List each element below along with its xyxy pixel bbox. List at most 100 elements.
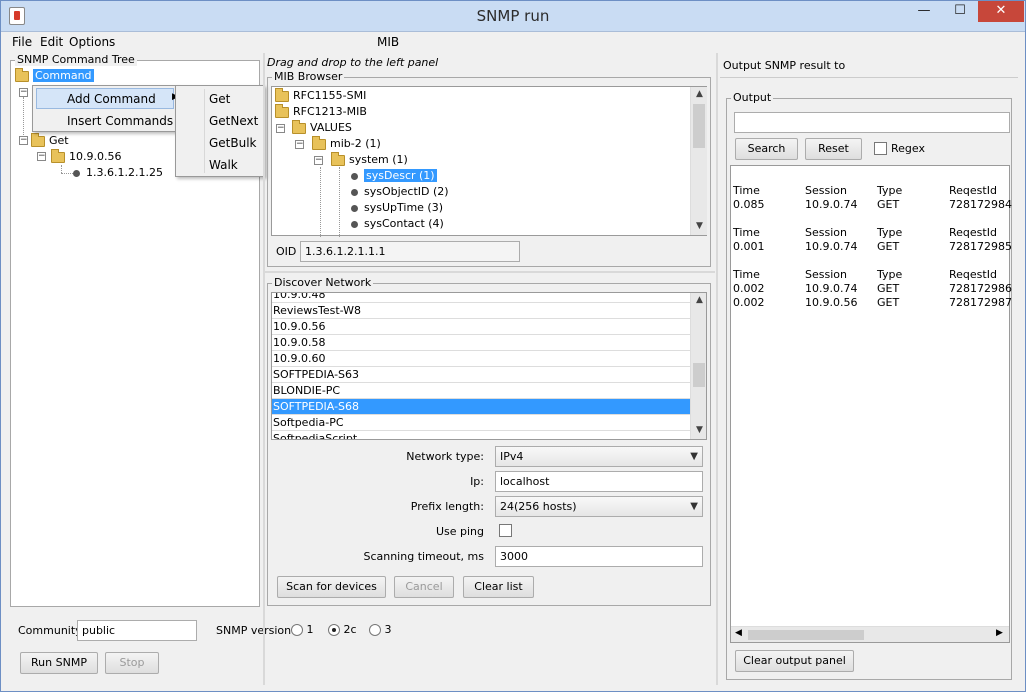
left-splitter[interactable] <box>263 53 265 685</box>
menu-file[interactable]: File <box>12 35 32 49</box>
scan-devices-button[interactable]: Scan for devices <box>277 576 386 598</box>
host-list-item[interactable]: 10.9.0.58 <box>272 335 690 351</box>
scroll-down-icon[interactable]: ▼ <box>691 221 708 231</box>
prefix-length-select[interactable]: 24(256 hosts) ▼ <box>495 496 703 517</box>
scroll-thumb[interactable] <box>693 363 705 387</box>
output-title: Output <box>731 91 774 104</box>
clear-output-button[interactable]: Clear output panel <box>735 650 854 672</box>
right-splitter[interactable] <box>716 53 718 685</box>
mib-leaf-sysobjectid[interactable]: sysObjectID (2) <box>351 184 449 200</box>
timeout-label: Scanning timeout, ms <box>363 550 484 563</box>
close-button[interactable]: ✕ <box>978 1 1024 22</box>
host-list-item[interactable]: Softpedia-PC <box>272 415 690 431</box>
tree-node-host[interactable]: 10.9.0.56 <box>51 148 121 165</box>
stop-button[interactable]: Stop <box>105 652 159 674</box>
mib-node-system[interactable]: system (1) <box>331 151 408 168</box>
cancel-scan-button[interactable]: Cancel <box>394 576 454 598</box>
output-cell: 0.002 <box>733 282 765 295</box>
mib-leaf-syscontact[interactable]: sysContact (4) <box>351 216 444 232</box>
host-list-item[interactable]: 10.9.0.56 <box>272 319 690 335</box>
leaf-dot-icon <box>351 172 358 180</box>
host-list-item[interactable]: ReviewsTest-W8 <box>272 303 690 319</box>
output-cell: 10.9.0.56 <box>805 296 858 309</box>
scroll-down-icon[interactable]: ▼ <box>691 425 706 435</box>
menu-edit[interactable]: Edit <box>40 35 63 49</box>
scroll-up-icon[interactable]: ▲ <box>691 89 708 99</box>
community-label: Community <box>18 624 82 637</box>
scroll-right-icon[interactable]: ▶ <box>996 628 1003 638</box>
mib-tree: RFC1155-SMI RFC1213-MIB − VALUES − mib-2… <box>271 86 707 237</box>
clear-list-button[interactable]: Clear list <box>463 576 534 598</box>
search-button[interactable]: Search <box>735 138 798 160</box>
mib-node-rfc1213[interactable]: RFC1213-MIB <box>275 103 367 120</box>
menu-item-insert-commands[interactable]: Insert Commands <box>67 114 173 128</box>
tree-node-get[interactable]: Get <box>31 132 69 149</box>
oid-field[interactable]: 1.3.6.1.2.1.1.1 <box>300 241 520 262</box>
chevron-down-icon: ▼ <box>690 501 698 512</box>
submenu-item-getnext[interactable]: GetNext <box>209 114 258 128</box>
community-input[interactable]: public <box>77 620 197 641</box>
scroll-left-icon[interactable]: ◀ <box>735 628 742 638</box>
tree-expand-icon[interactable]: − <box>37 152 46 161</box>
folder-icon <box>51 148 65 163</box>
scroll-thumb[interactable] <box>693 104 705 148</box>
maximize-button[interactable]: ☐ <box>945 1 975 22</box>
output-cell: GET <box>877 296 900 309</box>
tree-node-oid[interactable]: 1.3.6.1.2.1.25 <box>73 165 163 181</box>
minimize-button[interactable]: — <box>911 1 937 22</box>
output-cell: 10.9.0.74 <box>805 282 858 295</box>
regex-checkbox[interactable] <box>874 142 887 155</box>
submenu-item-getbulk[interactable]: GetBulk <box>209 136 257 150</box>
submenu-item-get[interactable]: Get <box>209 92 230 106</box>
run-snmp-button[interactable]: Run SNMP <box>20 652 98 674</box>
host-list-item[interactable]: 10.9.0.48 <box>272 293 690 303</box>
mib-tree-scrollbar[interactable]: ▲ ▼ <box>690 87 707 235</box>
output-area: Time Session Type ReqestId 0.085 10.9.0.74 GET… <box>730 165 1012 643</box>
output-column-header: Time <box>733 184 760 197</box>
tree-expand-icon[interactable]: − <box>19 136 28 145</box>
output-search-input[interactable] <box>734 112 1010 133</box>
tree-expand-icon[interactable]: − <box>295 140 304 149</box>
menu-item-add-command[interactable]: Add Command <box>67 92 156 106</box>
menu-bar: File Edit Options MIB <box>1 32 1025 52</box>
tree-expand-icon[interactable]: − <box>19 88 28 97</box>
folder-icon <box>312 135 326 150</box>
host-list-item[interactable]: SOFTPEDIA-S63 <box>272 367 690 383</box>
scroll-thumb[interactable] <box>748 630 864 640</box>
scroll-up-icon[interactable]: ▲ <box>691 295 706 305</box>
mib-node-rfc1155[interactable]: RFC1155-SMI <box>275 87 366 104</box>
center-splitter[interactable] <box>265 271 715 273</box>
tree-expand-icon[interactable]: − <box>314 156 323 165</box>
ip-input[interactable]: localhost <box>495 471 703 492</box>
mib-leaf-sysuptime[interactable]: sysUpTime (3) <box>351 200 443 216</box>
output-column-header: ReqestId <box>949 184 997 197</box>
reset-button[interactable]: Reset <box>805 138 862 160</box>
version-radio-2c[interactable]: 2c <box>328 623 357 636</box>
host-list-scrollbar[interactable]: ▲ ▼ <box>690 293 706 439</box>
network-type-select[interactable]: IPv4 ▼ <box>495 446 703 467</box>
output-column-header: Type <box>877 226 903 239</box>
mib-leaf-sysdescr[interactable]: sysDescr (1) <box>351 168 437 184</box>
tree-expand-icon[interactable]: − <box>276 124 285 133</box>
version-radio-3[interactable]: 3 <box>369 623 392 636</box>
output-cell: 0.001 <box>733 240 765 253</box>
use-ping-checkbox[interactable] <box>499 524 512 537</box>
mib-node-mib2[interactable]: mib-2 (1) <box>312 135 381 152</box>
host-list-item[interactable]: SOFTPEDIA-S68 <box>272 399 690 415</box>
submenu-item-walk[interactable]: Walk <box>209 158 238 172</box>
menu-options[interactable]: Options <box>69 35 115 49</box>
leaf-dot-icon <box>351 204 358 212</box>
host-list-item[interactable]: BLONDIE-PC <box>272 383 690 399</box>
output-h-scrollbar[interactable]: ◀ ▶ <box>731 626 1009 642</box>
output-cell: 728172986 <box>949 282 1012 295</box>
output-column-header: Time <box>733 268 760 281</box>
host-list-item[interactable]: SoftpediaScript <box>272 431 690 439</box>
mib-node-values[interactable]: VALUES <box>292 119 352 136</box>
tree-node-command[interactable]: Command <box>15 67 94 84</box>
folder-icon <box>331 151 345 166</box>
output-cell: 728172987 <box>949 296 1012 309</box>
timeout-input[interactable]: 3000 <box>495 546 703 567</box>
host-list-item[interactable]: 10.9.0.60 <box>272 351 690 367</box>
leaf-dot-icon <box>351 220 358 228</box>
version-radio-1[interactable]: 1 <box>291 623 314 636</box>
